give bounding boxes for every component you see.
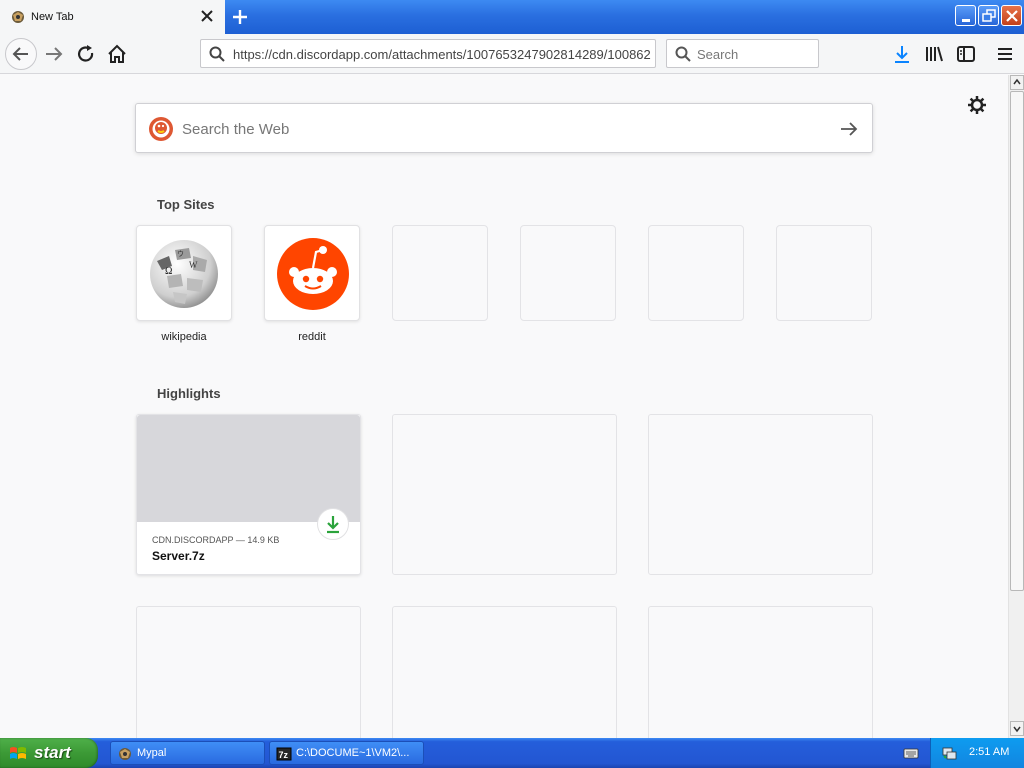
highlight-thumbnail: [137, 415, 360, 522]
home-icon[interactable]: [104, 41, 130, 67]
svg-text:Ω: Ω: [165, 266, 172, 277]
highlight-placeholder: [136, 606, 361, 738]
taskbar-item-label: C:\DOCUME~1\VM2\...: [296, 747, 410, 759]
top-site-label[interactable]: wikipedia: [136, 331, 232, 343]
chevron-down-icon: [1013, 726, 1021, 733]
web-search-placeholder: Search the Web: [182, 121, 290, 138]
wikipedia-globe-icon: Ω W ウ: [150, 240, 218, 308]
taskbar-item-label: Mypal: [137, 747, 167, 759]
back-button[interactable]: [5, 38, 37, 70]
top-site-wikipedia[interactable]: Ω W ウ: [136, 225, 232, 321]
download-icon: [327, 516, 339, 534]
taskbar-item-7zip[interactable]: 7z C:\DOCUME~1\VM2\...: [269, 741, 424, 765]
scroll-thumb[interactable]: [1010, 91, 1024, 591]
highlight-placeholder: [648, 606, 873, 738]
top-site-empty[interactable]: [392, 225, 488, 321]
duckduckgo-icon: [149, 117, 173, 141]
forward-arrow-icon[interactable]: [41, 41, 67, 67]
mypal-icon: [12, 11, 24, 23]
reddit-icon: [277, 238, 349, 310]
gear-icon[interactable]: [967, 95, 987, 115]
restore-button[interactable]: [978, 5, 999, 26]
start-button[interactable]: start: [0, 738, 98, 768]
menu-icon[interactable]: [992, 41, 1018, 67]
taskbar-item-mypal[interactable]: Mypal: [110, 741, 265, 765]
mypal-icon: [119, 748, 131, 760]
7zip-icon: 7z: [276, 747, 292, 761]
windows-flag-icon: [10, 747, 26, 759]
highlight-card[interactable]: CDN.DISCORDAPP — 14.9 KB Server.7z: [136, 414, 361, 575]
system-tray: 2:51 AM: [930, 738, 1024, 768]
chevron-up-icon: [1013, 78, 1021, 85]
url-text[interactable]: https://cdn.discordapp.com/attachments/1…: [233, 47, 651, 62]
download-icon[interactable]: [889, 41, 915, 67]
tab-title: New Tab: [31, 11, 74, 23]
taskbar: start Mypal 7z C:\DOCUME~1\VM2\... 2:51 …: [0, 738, 1024, 768]
top-site-label[interactable]: reddit: [264, 331, 360, 343]
highlights-title: Highlights: [157, 386, 221, 401]
vertical-scrollbar[interactable]: [1008, 75, 1024, 738]
top-site-empty[interactable]: [648, 225, 744, 321]
highlight-placeholder: [392, 414, 617, 575]
minimize-icon: [962, 19, 970, 22]
svg-text:7z: 7z: [279, 750, 289, 760]
title-bar: New Tab: [0, 0, 1024, 34]
highlight-placeholder: [648, 414, 873, 575]
sidebar-icon[interactable]: [953, 41, 979, 67]
restore-icon: [982, 9, 996, 22]
top-site-empty[interactable]: [776, 225, 872, 321]
start-label: start: [34, 743, 71, 762]
highlight-placeholder: [392, 606, 617, 738]
highlight-title: Server.7z: [152, 549, 205, 563]
download-badge: [317, 508, 349, 540]
scroll-up-arrow[interactable]: [1010, 75, 1024, 90]
scroll-down-arrow[interactable]: [1010, 721, 1024, 736]
svg-text:ウ: ウ: [177, 250, 184, 258]
search-placeholder: Search: [697, 47, 739, 62]
keyboard-icon[interactable]: [903, 745, 919, 761]
web-search-box[interactable]: Search the Web: [135, 103, 873, 153]
top-site-empty[interactable]: [520, 225, 616, 321]
library-icon[interactable]: [921, 41, 947, 67]
top-sites-title: Top Sites: [157, 197, 215, 212]
navigation-toolbar: https://cdn.discordapp.com/attachments/1…: [0, 34, 1024, 74]
close-icon: [1006, 10, 1018, 22]
top-site-reddit[interactable]: [264, 225, 360, 321]
network-icon[interactable]: [941, 745, 957, 761]
new-tab-icon[interactable]: [230, 7, 250, 27]
url-bar[interactable]: https://cdn.discordapp.com/attachments/1…: [200, 39, 656, 68]
new-tab-page: Search the Web Top Sites Ω W ウ wikipedia…: [0, 75, 1008, 738]
close-tab-icon[interactable]: [199, 8, 215, 24]
svg-text:W: W: [189, 260, 198, 270]
reload-icon[interactable]: [73, 41, 99, 67]
close-window-button[interactable]: [1001, 5, 1022, 26]
search-bar[interactable]: Search: [666, 39, 819, 68]
clock[interactable]: 2:51 AM: [969, 746, 1009, 758]
back-arrow-icon: [12, 47, 28, 61]
tab-new-tab[interactable]: New Tab: [0, 0, 225, 34]
search-icon: [675, 46, 691, 62]
search-icon: [209, 46, 225, 62]
minimize-button[interactable]: [955, 5, 976, 26]
arrow-right-icon[interactable]: [838, 118, 860, 140]
highlight-meta: CDN.DISCORDAPP — 14.9 KB: [152, 535, 280, 545]
